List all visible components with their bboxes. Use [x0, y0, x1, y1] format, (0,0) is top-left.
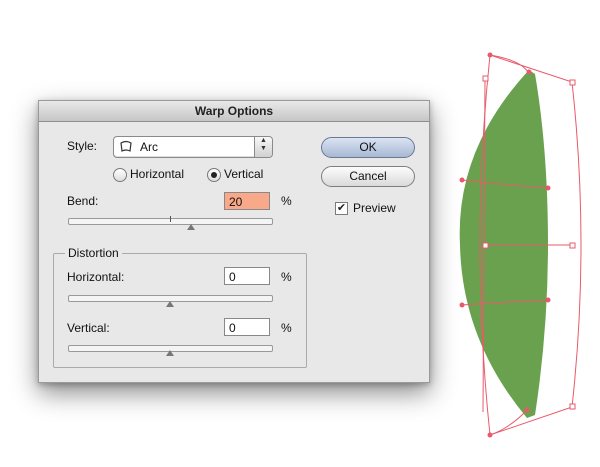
- dialog-title: Warp Options: [39, 101, 429, 122]
- distortion-horizontal-unit: %: [281, 270, 292, 284]
- style-popup[interactable]: Arc ▲ ▼: [113, 136, 273, 158]
- vertical-radio[interactable]: [207, 168, 221, 182]
- arc-warp-icon: [120, 140, 132, 152]
- preview-checkbox[interactable]: ✔: [335, 202, 348, 215]
- distortion-vertical-thumb[interactable]: [166, 350, 174, 356]
- ok-button[interactable]: OK: [321, 137, 415, 158]
- style-label: Style:: [67, 139, 98, 153]
- distortion-title: Distortion: [65, 246, 122, 260]
- bend-field[interactable]: 20: [224, 192, 270, 210]
- distortion-horizontal-field[interactable]: 0: [224, 267, 270, 285]
- bend-slider-thumb[interactable]: [187, 224, 195, 230]
- bend-slider-center-tick: [170, 216, 171, 222]
- distortion-horizontal-label: Horizontal:: [67, 270, 125, 284]
- bend-unit: %: [281, 194, 292, 208]
- warp-options-dialog: Warp Options Style: Arc ▲ ▼ Horizontal Ve…: [38, 100, 430, 383]
- style-value: Arc: [140, 140, 158, 154]
- popup-arrows-icon: ▲ ▼: [254, 137, 272, 157]
- distortion-vertical-field[interactable]: 0: [224, 318, 270, 336]
- distortion-vertical-unit: %: [281, 321, 292, 335]
- warped-artwork-canvas: [459, 52, 582, 438]
- warped-shape[interactable]: [459, 70, 548, 418]
- distortion-vertical-label: Vertical:: [67, 321, 110, 335]
- horizontal-radio-label: Horizontal: [130, 167, 185, 181]
- cancel-button[interactable]: Cancel: [321, 166, 415, 187]
- distortion-horizontal-thumb[interactable]: [166, 301, 174, 307]
- vertical-radio-label: Vertical: [224, 167, 264, 181]
- horizontal-radio[interactable]: [113, 168, 127, 182]
- bend-label: Bend:: [67, 194, 99, 208]
- preview-label: Preview: [353, 201, 396, 215]
